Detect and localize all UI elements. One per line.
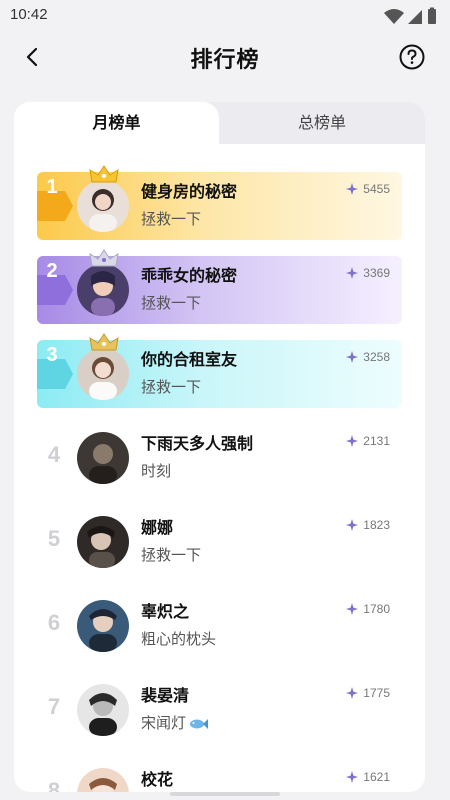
rank-number: 5 [47, 526, 61, 551]
rank-number: 6 [47, 610, 61, 635]
status-icons [384, 7, 436, 24]
score-value: 2131 [363, 434, 390, 448]
rank-number: 7 [47, 694, 61, 719]
avatar [77, 516, 129, 568]
status-time: 10:42 [10, 6, 48, 23]
avatar [77, 180, 129, 232]
avatar [77, 768, 129, 792]
fish-icon [190, 718, 209, 729]
score: 5455 [346, 182, 390, 196]
rank-row-5[interactable]: 5 娜娜 拯救一下 1823 [37, 508, 402, 576]
crown-icon [89, 333, 119, 351]
rank-row-1[interactable]: 1 健身房的秘密 拯救一下 5455 [37, 165, 402, 240]
sparkle-icon [346, 267, 359, 279]
rank-row-7[interactable]: 7 裴晏清 宋闻灯 1775 [37, 676, 402, 744]
sparkle-icon [346, 519, 359, 531]
story-title: 健身房的秘密 [141, 182, 238, 201]
crown-icon [89, 249, 119, 267]
score: 1823 [346, 518, 390, 532]
page-title: 排行榜 [190, 48, 260, 73]
story-subtitle: 拯救一下 [141, 210, 202, 228]
gesture-bar [170, 792, 280, 796]
tab-total[interactable]: 总榜单 [219, 102, 425, 144]
avatar [77, 684, 129, 736]
story-title: 乖乖女的秘密 [141, 266, 238, 285]
score-value: 3258 [363, 350, 390, 364]
story-title: 裴晏清 [141, 686, 190, 705]
help-question-icon[interactable] [398, 43, 426, 71]
score: 3369 [346, 266, 390, 280]
story-subtitle: 粗心的枕头 [141, 630, 217, 648]
rank-number: 3 [46, 344, 58, 366]
story-title: 娜娜 [141, 518, 174, 537]
tab-bar: 月榜单 总榜单 [14, 102, 425, 144]
wifi-icon [384, 9, 404, 24]
sparkle-icon [346, 771, 359, 783]
sparkle-icon [346, 435, 359, 447]
ranking-card: 月榜单 总榜单 1 健身房的秘密 拯救一下 5455 2 乖乖女的秘密 拯救一下… [14, 102, 425, 792]
rank-row-6[interactable]: 6 辜炽之 粗心的枕头 1780 [37, 592, 402, 660]
crown-icon [89, 165, 119, 183]
story-subtitle: 时刻 [141, 462, 172, 480]
avatar [77, 432, 129, 484]
signal-icon [408, 10, 422, 24]
score-value: 5455 [363, 182, 390, 196]
rank-number: 4 [47, 442, 61, 467]
tab-monthly[interactable]: 月榜单 [14, 102, 219, 144]
sparkle-icon [346, 687, 359, 699]
score: 3258 [346, 350, 390, 364]
status-bar: 10:42 [0, 0, 450, 32]
story-title: 辜炽之 [141, 602, 190, 621]
score: 1775 [346, 686, 390, 700]
avatar [77, 600, 129, 652]
score-value: 1775 [363, 686, 390, 700]
score-value: 3369 [363, 266, 390, 280]
score-value: 1780 [363, 602, 390, 616]
score: 2131 [346, 434, 390, 448]
story-title: 你的合租室友 [141, 350, 238, 369]
rank-number: 2 [46, 260, 58, 282]
rank-row-3[interactable]: 3 你的合租室友 拯救一下 3258 [37, 333, 402, 408]
story-subtitle: 宋闻灯 [141, 712, 209, 733]
score: 1621 [346, 770, 390, 784]
battery-icon [428, 9, 436, 24]
sparkle-icon [346, 183, 359, 195]
score-value: 1823 [363, 518, 390, 532]
story-subtitle: 拯救一下 [141, 546, 202, 564]
story-subtitle: 拯救一下 [141, 378, 202, 396]
rank-number: 1 [46, 176, 58, 198]
header: 排行榜 [0, 32, 450, 82]
rank-row-4[interactable]: 4 下雨天多人强制 时刻 2131 [37, 424, 402, 492]
story-subtitle-text: 宋闻灯 [141, 714, 187, 732]
rank-row-2[interactable]: 2 乖乖女的秘密 拯救一下 3369 [37, 249, 402, 324]
score-value: 1621 [363, 770, 390, 784]
avatar [77, 348, 129, 400]
story-title: 下雨天多人强制 [141, 434, 254, 453]
rank-row-8[interactable]: 8 校花 1621 [37, 760, 402, 792]
story-subtitle: 拯救一下 [141, 294, 202, 312]
rank-number: 8 [47, 778, 61, 792]
story-title: 校花 [141, 770, 174, 789]
score: 1780 [346, 602, 390, 616]
sparkle-icon [346, 603, 359, 615]
sparkle-icon [346, 351, 359, 363]
avatar [77, 264, 129, 316]
